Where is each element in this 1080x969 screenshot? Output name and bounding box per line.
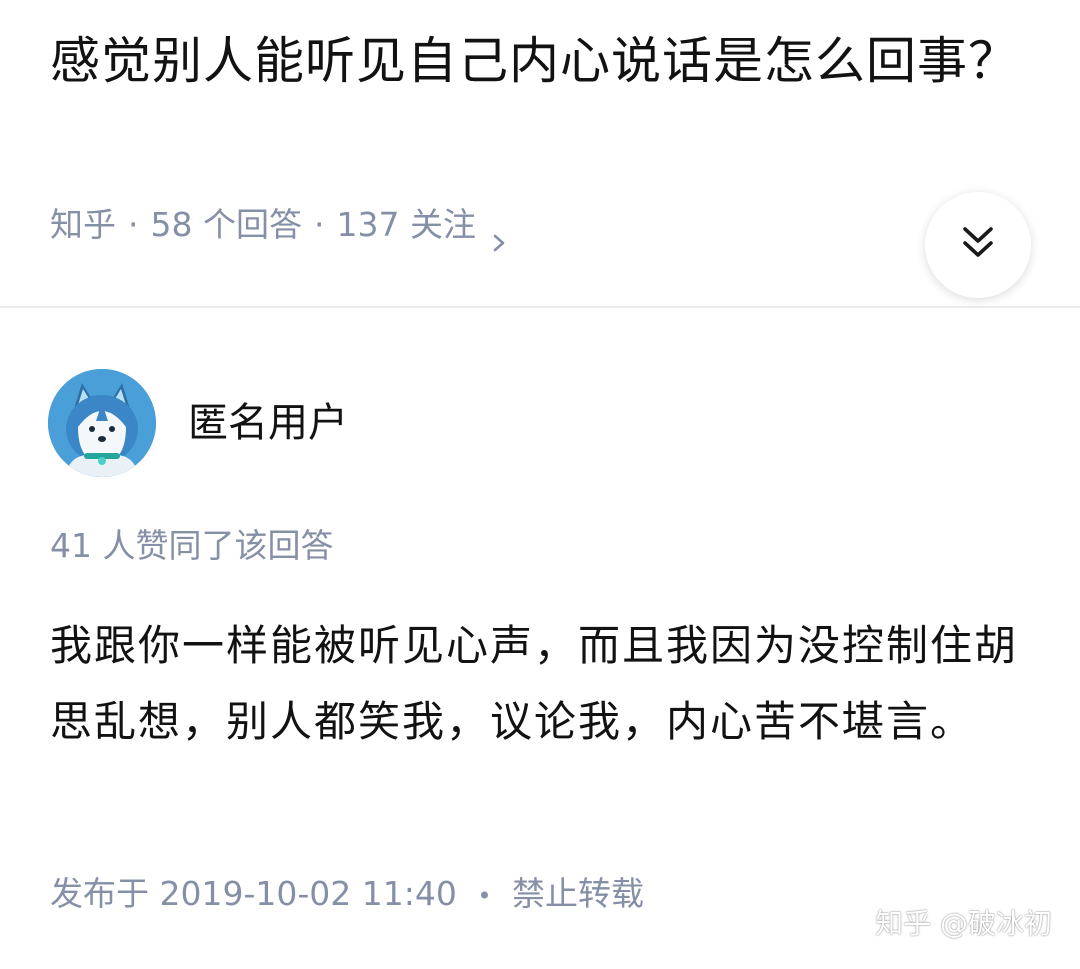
- publish-time: 发布于 2019-10-02 11:40: [50, 874, 457, 913]
- answer-content: 我跟你一样能被听见心声，而且我因为没控制住胡思乱想，别人都笑我，议论我，内心苦不…: [50, 621, 1019, 746]
- meta-separator: ·: [313, 205, 325, 244]
- question-title[interactable]: 感觉别人能听见自己内心说话是怎么回事？: [50, 22, 1040, 100]
- meta-separator: ·: [128, 205, 139, 244]
- source-label: 知乎: [50, 205, 116, 244]
- chevron-right-icon: [490, 215, 508, 252]
- question-meta[interactable]: 知乎 · 58 个回答 · 137 关注: [50, 198, 508, 252]
- vote-count-text: 41 人赞同了该回答: [50, 526, 334, 565]
- expand-question-button[interactable]: [925, 192, 1031, 298]
- anonymous-husky-avatar-icon: [48, 369, 156, 477]
- question-header: 感觉别人能听见自己内心说话是怎么回事？ 知乎 · 58 个回答 · 137 关注: [0, 0, 1080, 308]
- copyright-notice: 禁止转载: [512, 874, 645, 913]
- avatar[interactable]: [48, 369, 156, 477]
- publish-separator: •: [477, 881, 492, 910]
- author-row[interactable]: 匿名用户: [48, 368, 348, 478]
- answers-count: 58 个回答: [150, 205, 302, 244]
- watermark: 知乎 @破冰初: [875, 907, 1052, 940]
- followers-count: 137 关注: [336, 205, 476, 244]
- publish-info: 发布于 2019-10-02 11:40 • 禁止转载: [50, 868, 644, 922]
- double-chevron-down-icon: [958, 223, 998, 267]
- author-name[interactable]: 匿名用户: [188, 395, 348, 451]
